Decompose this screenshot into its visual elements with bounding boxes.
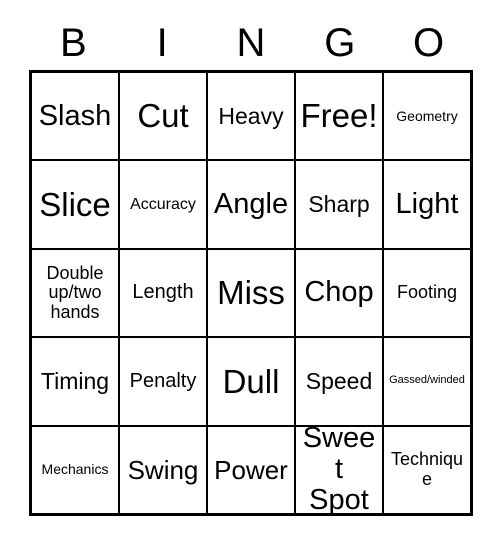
bingo-row: Double up/two hands Length Miss Chop Foo… <box>32 247 470 337</box>
bingo-cell[interactable]: Cut <box>118 73 206 160</box>
bingo-cell-label: Chop <box>304 276 374 309</box>
bingo-cell-label: Technique <box>390 449 464 489</box>
bingo-cell[interactable]: Slice <box>32 161 118 248</box>
bingo-cell-label: Sweet Spot <box>302 426 376 514</box>
bingo-cell-label: Swing <box>127 454 199 485</box>
bingo-card: B I N G O Slash Cut Heavy Free! Geometry… <box>0 0 501 544</box>
bingo-cell-label: Slice <box>39 185 111 223</box>
bingo-cell-label: Miss <box>217 274 285 312</box>
bingo-cell[interactable]: Double up/two hands <box>32 249 118 337</box>
bingo-cell[interactable]: Swing <box>118 426 206 514</box>
bingo-cell[interactable]: Geometry <box>382 73 470 160</box>
bingo-grid: Slash Cut Heavy Free! Geometry Slice Acc… <box>29 70 473 516</box>
bingo-row: Mechanics Swing Power Sweet Spot Techniq… <box>32 424 470 514</box>
bingo-cell[interactable]: Light <box>382 161 470 248</box>
bingo-cell[interactable]: Sharp <box>294 161 382 248</box>
bingo-cell-label: Slash <box>38 99 112 132</box>
bingo-cell-label: Mechanics <box>41 461 109 478</box>
bingo-cell-label: Light <box>395 187 459 220</box>
bingo-cell-label: Angle <box>213 187 289 220</box>
bingo-cell[interactable]: Timing <box>32 338 118 425</box>
bingo-cell-label: Double up/two hands <box>46 262 104 322</box>
bingo-cell-label: Penalty <box>129 369 197 392</box>
bingo-cell[interactable]: Sweet Spot <box>294 426 382 514</box>
bingo-header-letter-o: O <box>413 21 445 65</box>
bingo-row: Slash Cut Heavy Free! Geometry <box>32 73 470 160</box>
bingo-cell[interactable]: Length <box>118 249 206 337</box>
bingo-cell[interactable]: Heavy <box>206 73 294 160</box>
bingo-row: Slice Accuracy Angle Sharp Light <box>32 159 470 248</box>
bingo-header-letter-g: G <box>324 21 356 65</box>
bingo-cell-label: Free! <box>300 97 378 135</box>
bingo-row: Timing Penalty Dull Speed Gassed/winded <box>32 336 470 425</box>
bingo-cell[interactable]: Chop <box>294 249 382 337</box>
bingo-cell-label: Accuracy <box>130 195 196 213</box>
bingo-cell[interactable]: Footing <box>382 249 470 337</box>
bingo-cell[interactable]: Penalty <box>118 338 206 425</box>
bingo-header-letter-i: I <box>156 21 168 65</box>
bingo-cell-label: Geometry <box>396 107 458 124</box>
bingo-cell-label: Timing <box>40 368 110 394</box>
bingo-cell[interactable]: Slash <box>32 73 118 160</box>
bingo-cell-label: Heavy <box>218 102 284 129</box>
bingo-cell-label: Sharp <box>308 191 370 218</box>
bingo-cell-label: Power <box>214 454 288 485</box>
bingo-header-letter-b: B <box>60 21 87 65</box>
bingo-cell[interactable]: Mechanics <box>32 426 118 514</box>
bingo-cell-label: Length <box>132 281 194 304</box>
bingo-cell-label: Footing <box>396 282 458 303</box>
bingo-cell[interactable]: Gassed/winded <box>382 338 470 425</box>
bingo-cell[interactable]: Accuracy <box>118 161 206 248</box>
bingo-cell-label: Cut <box>137 97 189 135</box>
bingo-cell-label: Speed <box>305 368 373 394</box>
bingo-cell[interactable]: Angle <box>206 161 294 248</box>
bingo-cell[interactable]: Technique <box>382 426 470 514</box>
bingo-cell-free[interactable]: Free! <box>294 73 382 160</box>
bingo-cell-label: Gassed/winded <box>389 374 465 387</box>
bingo-cell[interactable]: Speed <box>294 338 382 425</box>
bingo-cell-label: Dull <box>222 362 280 400</box>
bingo-cell[interactable]: Dull <box>206 338 294 425</box>
bingo-cell[interactable]: Miss <box>206 249 294 337</box>
bingo-header-row: B I N G O <box>29 16 473 70</box>
bingo-cell[interactable]: Power <box>206 426 294 514</box>
bingo-header-letter-n: N <box>236 21 266 65</box>
